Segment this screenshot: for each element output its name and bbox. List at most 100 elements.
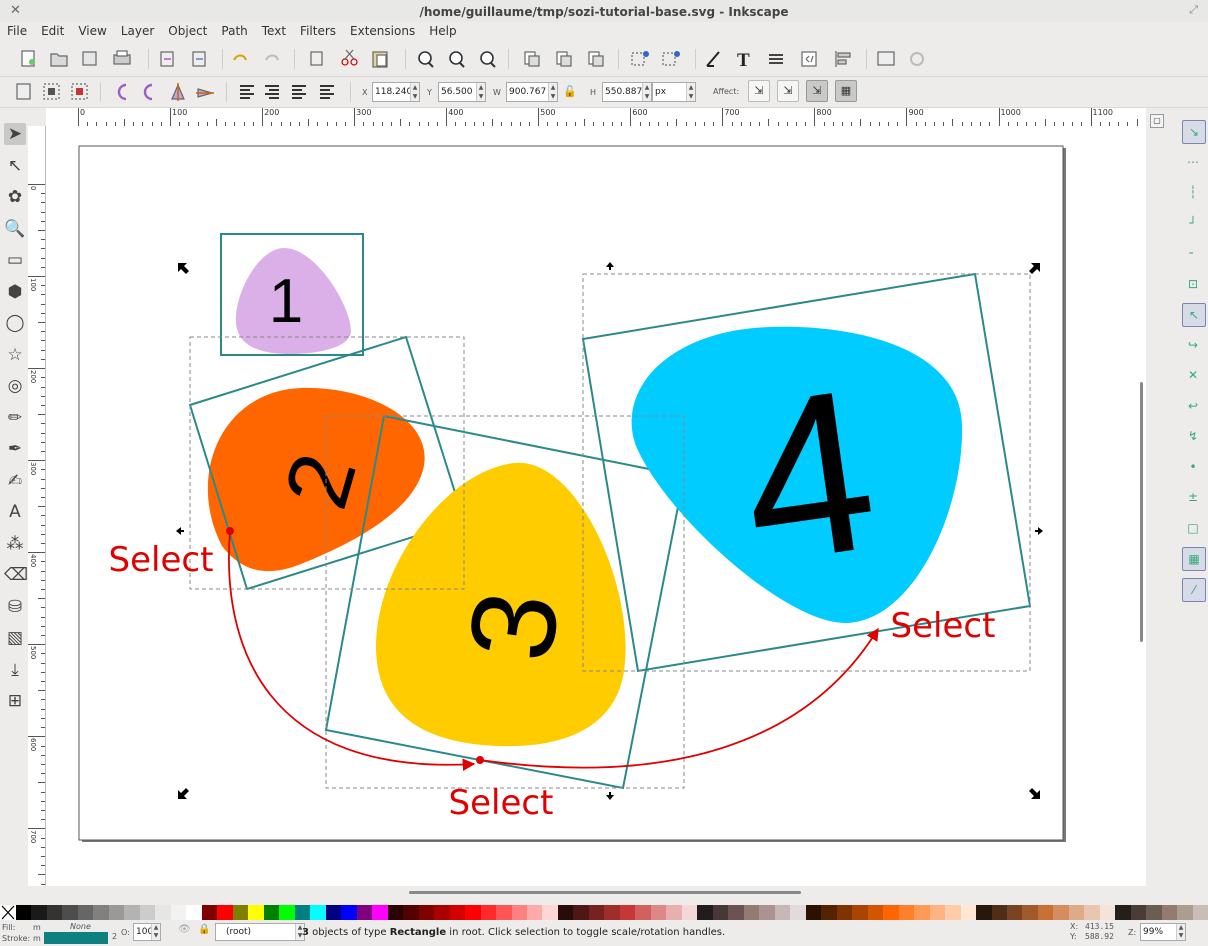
raise-to-top-icon[interactable] xyxy=(240,85,254,99)
flip-horizontal-icon[interactable] xyxy=(171,83,185,101)
palette-swatch[interactable] xyxy=(1022,905,1038,920)
palette-swatch[interactable] xyxy=(1053,905,1069,920)
layers-icon[interactable] xyxy=(769,54,783,64)
palette-swatch[interactable] xyxy=(356,905,373,920)
rectangle-tool-icon[interactable]: ▭ xyxy=(4,249,26,271)
palette-swatch[interactable] xyxy=(697,905,713,920)
palette-swatch[interactable] xyxy=(31,905,47,920)
zoom-drawing-icon[interactable] xyxy=(449,51,465,68)
preferences-icon[interactable] xyxy=(910,52,924,66)
spray-tool-icon[interactable]: ⁂ xyxy=(4,533,26,555)
node-tool-icon[interactable]: ↖ xyxy=(4,155,26,177)
fill-stroke-icon[interactable] xyxy=(706,51,720,67)
palette-swatch[interactable] xyxy=(1007,905,1023,920)
unit-select[interactable]: px ▲ ▼ xyxy=(652,82,696,102)
palette-swatch[interactable] xyxy=(1192,905,1208,920)
deselect-icon[interactable] xyxy=(71,83,88,100)
palette-swatch[interactable] xyxy=(108,905,125,920)
palette-swatch[interactable] xyxy=(650,905,667,920)
copy-icon[interactable] xyxy=(310,51,323,66)
palette-swatch[interactable] xyxy=(511,905,527,920)
clone-icon[interactable] xyxy=(556,51,572,67)
new-document-icon[interactable] xyxy=(21,50,35,67)
zoom-field[interactable]: 99% ▲ ▼ xyxy=(1140,923,1186,941)
palette-swatch[interactable] xyxy=(1037,905,1054,920)
xml-editor-icon[interactable] xyxy=(801,51,817,67)
palette-swatch[interactable] xyxy=(62,905,78,920)
snap-toggle-icon[interactable]: ↘ xyxy=(1182,120,1206,144)
affect-corners-toggle[interactable]: ⇲ xyxy=(777,80,799,102)
import-icon[interactable] xyxy=(160,51,174,67)
eraser-tool-icon[interactable]: ⌫ xyxy=(4,564,28,586)
horizontal-scrollbar[interactable] xyxy=(46,888,1146,898)
star-tool-icon[interactable]: ☆ xyxy=(4,344,26,366)
palette-swatch[interactable] xyxy=(201,905,218,920)
spiral-tool-icon[interactable]: ◎ xyxy=(4,375,26,397)
palette-swatch[interactable] xyxy=(434,905,450,920)
menu-text[interactable]: Text xyxy=(255,22,293,40)
affect-patterns-toggle[interactable]: ▦ xyxy=(835,80,857,102)
palette-swatch[interactable] xyxy=(310,905,326,920)
box-3d-tool-icon[interactable]: ⬢ xyxy=(4,281,26,303)
unit-dropdown-icon[interactable]: ▲ ▼ xyxy=(686,83,695,101)
palette-swatch[interactable] xyxy=(294,905,311,920)
menu-extensions[interactable]: Extensions xyxy=(343,22,422,40)
palette-swatch[interactable] xyxy=(898,905,915,920)
palette-swatch[interactable] xyxy=(821,905,837,920)
undo-icon[interactable] xyxy=(233,54,247,61)
palette-swatch[interactable] xyxy=(449,905,466,920)
pencil-tool-icon[interactable]: ✏ xyxy=(4,407,26,429)
palette-swatch[interactable] xyxy=(155,905,171,920)
palette-swatch[interactable] xyxy=(790,905,806,920)
lock-proportions-icon[interactable]: 🔓 xyxy=(563,85,577,98)
x-stepper-icon[interactable]: ▲ ▼ xyxy=(410,83,419,101)
group-icon[interactable] xyxy=(631,51,649,66)
rotate-cw-icon[interactable] xyxy=(143,83,153,101)
palette-swatch[interactable] xyxy=(186,905,202,920)
opacity-stepper-icon[interactable]: ▲ ▼ xyxy=(151,924,160,940)
palette-swatch[interactable] xyxy=(914,905,930,920)
align-icon[interactable] xyxy=(835,51,851,67)
palette-swatch[interactable] xyxy=(712,905,729,920)
select-all-layers-icon[interactable] xyxy=(43,83,60,100)
menu-edit[interactable]: Edit xyxy=(34,22,71,40)
palette-swatch[interactable] xyxy=(604,905,620,920)
menu-filters[interactable]: Filters xyxy=(293,22,343,40)
paste-icon[interactable] xyxy=(372,51,388,68)
palette-swatch[interactable] xyxy=(232,905,249,920)
snap-midpoint-icon[interactable]: ↯ xyxy=(1182,425,1204,447)
snap-bbox-edge-icon[interactable]: ┆ xyxy=(1182,181,1204,203)
tweak-tool-icon[interactable]: ✿ xyxy=(4,186,26,208)
palette-swatch[interactable] xyxy=(325,905,342,920)
connector-tool-icon[interactable]: ⊞ xyxy=(4,690,26,712)
layer-visibility-icon[interactable]: 👁 xyxy=(178,924,191,935)
palette-swatch[interactable] xyxy=(666,905,682,920)
palette-swatch[interactable] xyxy=(836,905,853,920)
palette-swatch[interactable] xyxy=(418,905,435,920)
zoom-selection-icon[interactable] xyxy=(418,51,434,68)
palette-swatch[interactable] xyxy=(124,905,140,920)
palette-swatch[interactable] xyxy=(16,905,32,920)
zoom-page-icon[interactable] xyxy=(480,51,496,68)
palette-swatch[interactable] xyxy=(170,905,187,920)
palette-swatch[interactable] xyxy=(1161,905,1178,920)
palette-swatch[interactable] xyxy=(557,905,574,920)
palette-swatch[interactable] xyxy=(728,905,744,920)
print-icon[interactable] xyxy=(113,50,131,65)
palette-swatch[interactable] xyxy=(774,905,791,920)
palette-swatch[interactable] xyxy=(496,905,512,920)
palette-swatch[interactable] xyxy=(883,905,899,920)
gradient-tool-icon[interactable]: ▧ xyxy=(4,627,26,649)
menu-object[interactable]: Object xyxy=(161,22,214,40)
palette-swatch[interactable] xyxy=(619,905,636,920)
affect-gradients-toggle[interactable]: ⇲ xyxy=(806,80,828,102)
palette-swatch[interactable] xyxy=(93,905,109,920)
rotate-ccw-icon[interactable] xyxy=(117,83,127,101)
palette-swatch[interactable] xyxy=(759,905,775,920)
fill-none-indicator[interactable]: None xyxy=(70,922,91,931)
snap-rotation-center-icon[interactable]: ± xyxy=(1182,486,1204,508)
no-paint-swatch[interactable] xyxy=(0,905,16,920)
palette-swatch[interactable] xyxy=(852,905,868,920)
palette-swatch[interactable] xyxy=(743,905,760,920)
layer-lock-icon[interactable]: 🔒 xyxy=(198,924,210,935)
